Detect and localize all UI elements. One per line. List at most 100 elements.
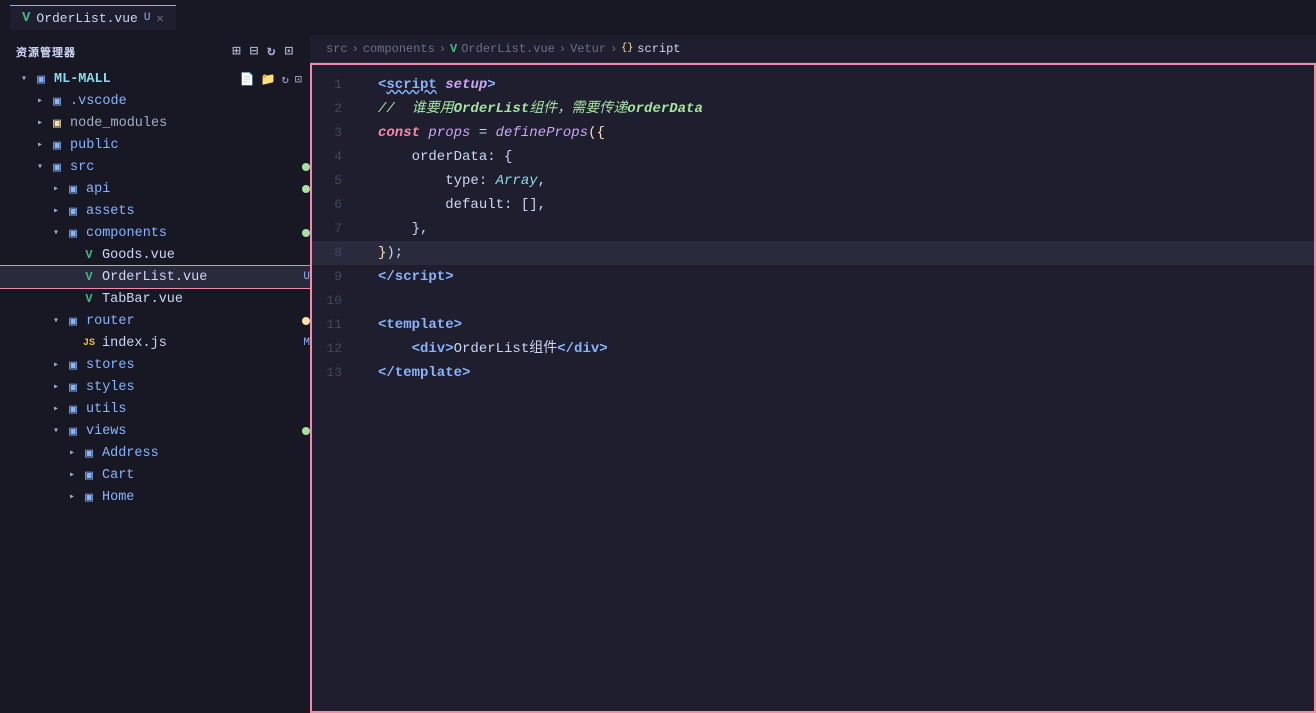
sidebar-item-label: OrderList.vue	[102, 270, 297, 285]
sidebar-item-src[interactable]: ▣ src	[0, 156, 310, 178]
sidebar-item-utils[interactable]: ▣ utils	[0, 398, 310, 420]
refresh-icon[interactable]: ↻	[267, 43, 276, 60]
sidebar-item-label: Goods.vue	[102, 248, 310, 263]
code-line-13: 13 </template>	[312, 361, 1314, 385]
arrow-icon	[64, 489, 80, 505]
sidebar-item-address[interactable]: ▣ Address	[0, 442, 310, 464]
line-number: 4	[312, 145, 362, 169]
sidebar-item-components[interactable]: ▣ components	[0, 222, 310, 244]
line-number: 12	[312, 337, 362, 361]
code-line-6: 6 default: [],	[312, 193, 1314, 217]
sidebar-item-stores[interactable]: ▣ stores	[0, 354, 310, 376]
line-content: default: [],	[362, 193, 1314, 217]
line-content: });	[362, 241, 1314, 265]
arrow-icon	[32, 93, 48, 109]
sidebar-item-label: Address	[102, 446, 310, 461]
new-file-icon-small[interactable]: 📄	[240, 72, 255, 87]
code-line-11: 11 <template>	[312, 313, 1314, 337]
router-badge	[302, 317, 310, 325]
sidebar-item-label: node_modules	[70, 116, 310, 131]
arrow-icon	[48, 203, 64, 219]
sidebar-item-goods-vue[interactable]: V Goods.vue	[0, 244, 310, 266]
indexjs-modified-badge: M	[303, 337, 310, 349]
sidebar-item-orderlist-vue[interactable]: V OrderList.vue U	[0, 266, 310, 288]
sidebar-item-tabbar-vue[interactable]: V TabBar.vue	[0, 288, 310, 310]
breadcrumb-vue-icon: V	[450, 42, 457, 56]
new-folder-icon[interactable]: ⊟	[250, 43, 259, 60]
api-badge	[302, 185, 310, 193]
line-content: orderData: {	[362, 145, 1314, 169]
code-line-1: 1 <script setup>	[312, 73, 1314, 97]
collapse-icon-small[interactable]: ⊡	[295, 72, 302, 87]
line-number: 5	[312, 169, 362, 193]
js-icon: JS	[80, 334, 98, 352]
new-folder-icon-small[interactable]: 📁	[261, 72, 276, 87]
sidebar-title: 资源管理器	[16, 44, 76, 60]
orderlist-tab[interactable]: V OrderList.vue U ✕	[10, 5, 176, 30]
sidebar-item-label: index.js	[102, 336, 297, 351]
code-line-12: 12 <div>OrderList组件</div>	[312, 337, 1314, 361]
line-number: 6	[312, 193, 362, 217]
no-arrow	[64, 291, 80, 307]
line-content: },	[362, 217, 1314, 241]
line-number: 9	[312, 265, 362, 289]
sidebar-item-api[interactable]: ▣ api	[0, 178, 310, 200]
line-content: <div>OrderList组件</div>	[362, 337, 1314, 361]
vue-file-icon: V	[22, 10, 30, 26]
sidebar-item-label: components	[86, 226, 296, 241]
breadcrumb-vetur: Vetur	[570, 42, 606, 56]
folder-icon: ▣	[64, 378, 82, 396]
code-line-10: 10	[312, 289, 1314, 313]
sidebar-item-ml-mall[interactable]: ▣ ML-MALL 📄 📁 ↻ ⊡	[0, 68, 310, 90]
line-content: type: Array,	[362, 169, 1314, 193]
sidebar-item-label: api	[86, 182, 296, 197]
sidebar-item-views[interactable]: ▣ views	[0, 420, 310, 442]
sidebar-item-label: views	[86, 424, 296, 439]
code-line-7: 7 },	[312, 217, 1314, 241]
arrow-icon	[48, 313, 64, 329]
sidebar: 资源管理器 ⊞ ⊟ ↻ ⊡ ▣ ML-MALL 📄 📁 ↻ ⊡	[0, 35, 310, 713]
no-arrow	[64, 335, 80, 351]
folder-icon: ▣	[64, 312, 82, 330]
arrow-icon	[48, 225, 64, 241]
arrow-icon	[64, 467, 80, 483]
collapse-icon[interactable]: ⊡	[285, 43, 294, 60]
sidebar-item-vscode[interactable]: ▣ .vscode	[0, 90, 310, 112]
new-file-icon[interactable]: ⊞	[232, 43, 241, 60]
src-modified-badge	[302, 163, 310, 171]
vue-icon: V	[80, 290, 98, 308]
tab-close-button[interactable]: ✕	[156, 11, 163, 26]
sidebar-item-node-modules[interactable]: ▣ node_modules	[0, 112, 310, 134]
folder-icon: ▣	[64, 224, 82, 242]
sidebar-item-router[interactable]: ▣ router	[0, 310, 310, 332]
code-editor[interactable]: 1 <script setup> 2 // 谁要用OrderList组件，需要传…	[310, 63, 1316, 713]
line-number: 7	[312, 217, 362, 241]
sidebar-item-cart[interactable]: ▣ Cart	[0, 464, 310, 486]
breadcrumb-src: src	[326, 42, 348, 56]
arrow-icon	[32, 159, 48, 175]
arrow-icon	[48, 401, 64, 417]
line-content: // 谁要用OrderList组件，需要传递orderData	[362, 97, 1314, 121]
sidebar-item-public[interactable]: ▣ public	[0, 134, 310, 156]
title-bar: V OrderList.vue U ✕	[0, 0, 1316, 35]
arrow-icon	[64, 445, 80, 461]
folder-icon: ▣	[80, 444, 98, 462]
script-brace-icon: {}	[621, 43, 633, 54]
line-number: 11	[312, 313, 362, 337]
arrow-icon	[48, 423, 64, 439]
line-content: </template>	[362, 361, 1314, 385]
folder-icon: ▣	[48, 92, 66, 110]
sidebar-item-assets[interactable]: ▣ assets	[0, 200, 310, 222]
folder-icon: ▣	[64, 400, 82, 418]
code-line-2: 2 // 谁要用OrderList组件，需要传递orderData	[312, 97, 1314, 121]
refresh-icon-small[interactable]: ↻	[282, 72, 289, 87]
vue-icon: V	[80, 246, 98, 264]
line-content: <script setup>	[362, 73, 1314, 97]
sidebar-item-styles[interactable]: ▣ styles	[0, 376, 310, 398]
tab-modified-badge: U	[144, 12, 151, 24]
breadcrumb: src › components › V OrderList.vue › Vet…	[310, 35, 1316, 63]
sidebar-item-home[interactable]: ▣ Home	[0, 486, 310, 508]
line-content: const props = defineProps({	[362, 121, 1314, 145]
line-number: 8	[312, 241, 362, 265]
sidebar-item-index-js[interactable]: JS index.js M	[0, 332, 310, 354]
